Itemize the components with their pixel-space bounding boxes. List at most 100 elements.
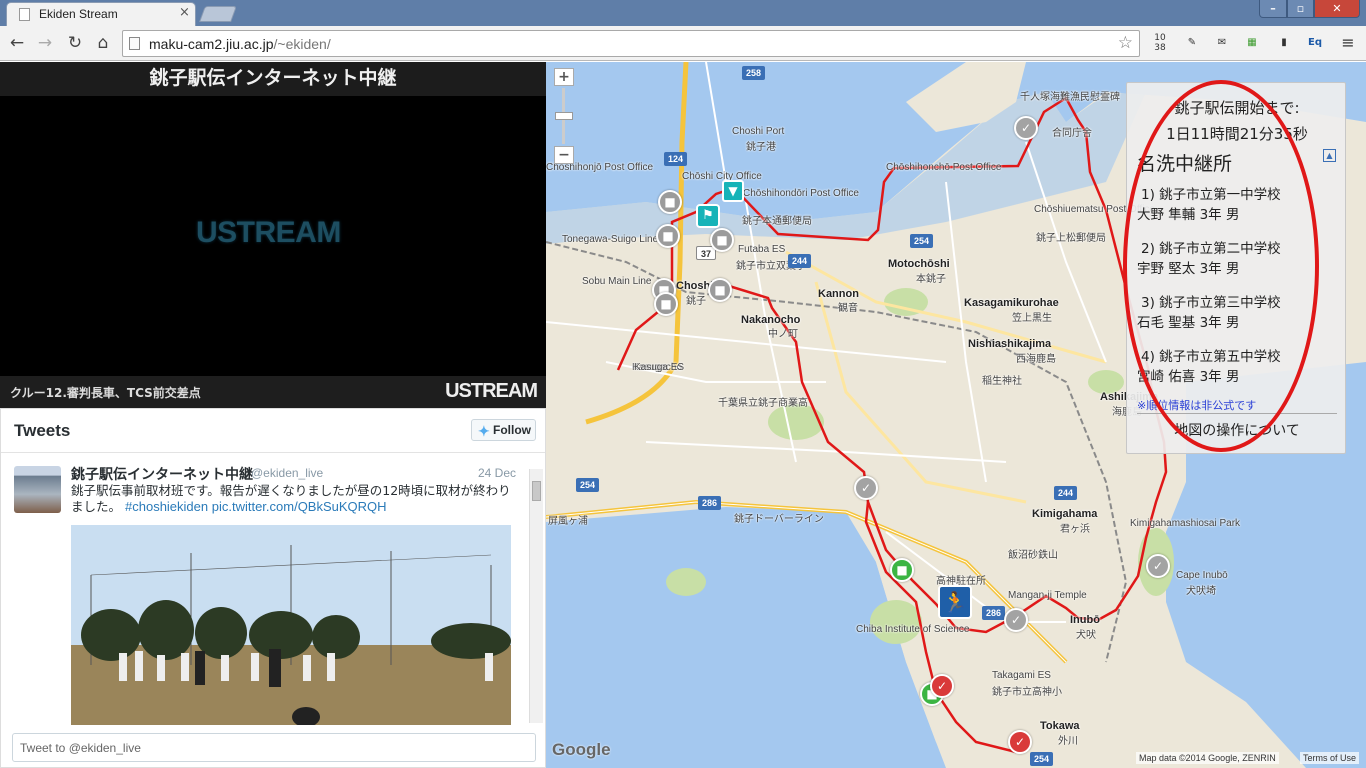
map-label: Tonegawa-Suigo Line [562, 234, 659, 245]
follow-button[interactable]: ✦ Follow [471, 419, 536, 441]
finish-flag-icon[interactable]: ⚑ [696, 204, 720, 228]
twitter-bird-icon: ✦ [478, 423, 490, 439]
map-label: 飯沼砂鉄山 [1008, 550, 1058, 561]
video-player[interactable]: 銚子駅伝インターネット中継 USTREAM クルー12.審判長車、TCS前交差点… [0, 62, 546, 408]
google-logo: Google [552, 740, 611, 759]
video-caption-bar: クルー12.審判長車、TCS前交差点 USTREAM [0, 376, 546, 408]
video-caption: クルー12.審判長車、TCS前交差点 [10, 386, 201, 400]
camera-marker-icon[interactable]: ■ [710, 228, 734, 252]
timeline-scrollbar[interactable] [529, 469, 543, 723]
terms-link[interactable]: Terms of Use [1300, 752, 1360, 764]
map-label: 合同庁舎 [1052, 128, 1092, 139]
map-label: Takagami ES [992, 670, 1051, 681]
course-map[interactable]: Choshi Port 銚子港 Chōshi City Office Chōshiho… [546, 62, 1366, 768]
collapse-icon[interactable]: ▲ [1323, 149, 1336, 162]
back-icon[interactable]: ← [6, 32, 28, 54]
map-label: Tokawa [1040, 720, 1080, 732]
camera-marker-icon[interactable]: ■ [708, 278, 732, 302]
finished-checkpoint-icon[interactable]: ✓ [930, 674, 954, 698]
mp3-extension-icon[interactable]: ▦ [1240, 31, 1264, 55]
zoom-slider-handle[interactable] [555, 112, 573, 120]
map-label: 銚子市立高神小 [992, 687, 1062, 698]
zoom-out-button[interactable]: − [554, 146, 574, 164]
menu-icon[interactable]: ≡ [1336, 31, 1360, 55]
browser-tab[interactable]: Ekiden Stream × [6, 2, 196, 26]
map-label: Kimigahamashiosai Park [1130, 518, 1241, 529]
left-column: 銚子駅伝インターネット中継 USTREAM クルー12.審判長車、TCS前交差点… [0, 62, 546, 768]
route-shield: 254 [576, 478, 600, 492]
tab-close-icon[interactable]: × [179, 5, 190, 20]
map-label: Motochōshi [888, 258, 950, 270]
tools-extension-icon[interactable]: ✎ [1180, 31, 1204, 55]
map-label: 外川 [1058, 736, 1078, 747]
tweet-reply-input[interactable]: Tweet to @ekiden_live [12, 733, 536, 762]
browser-toolbar: ← → ↻ ⌂ maku-cam2.jiu.ac.jp/~ekiden/ ☆ 1… [0, 26, 1366, 61]
tweet-photo[interactable] [71, 525, 511, 725]
route-shield: 286 [982, 606, 1006, 620]
map-label: 中ノ町 [768, 329, 798, 340]
map-label: 千葉県立銚子商業高 [718, 398, 808, 409]
finished-checkpoint-icon[interactable]: ✓ [1008, 730, 1032, 754]
map-label: Kimigahama [1032, 508, 1098, 520]
tweet-author-handle[interactable]: @ekiden_live [251, 466, 323, 480]
map-label: Kasuga ES [634, 362, 685, 373]
reply-placeholder: Tweet to @ekiden_live [20, 741, 141, 755]
camera-marker-icon[interactable]: ■ [654, 292, 678, 316]
checkpoint-marker-icon[interactable]: ✓ [1004, 608, 1028, 632]
forward-icon[interactable]: → [34, 32, 56, 54]
tab-title: Ekiden Stream [39, 7, 118, 21]
tab-strip: Ekiden Stream × – ▫ ✕ [0, 0, 1366, 26]
twitter-timeline: Tweets ✦ Follow 銚子駅伝インターネット中継 @ekiden_liv… [0, 408, 546, 768]
camera-marker-icon[interactable]: ■ [656, 224, 680, 248]
zoom-control[interactable]: + − [554, 68, 574, 164]
map-label: Choshi Port [732, 126, 785, 137]
ustream-brand[interactable]: USTREAM [445, 380, 538, 403]
home-icon[interactable]: ⌂ [92, 32, 114, 54]
runner-position-icon[interactable]: 🏃 [938, 585, 972, 619]
checkpoint-marker-icon[interactable]: ✓ [1146, 554, 1170, 578]
eq-extension-icon[interactable]: Eq [1303, 31, 1327, 55]
scrollbar-thumb[interactable] [532, 481, 541, 501]
tweet-date[interactable]: 24 Dec [478, 466, 516, 480]
tweet-author-name[interactable]: 銚子駅伝インターネット中継 [71, 464, 253, 484]
live-camera-marker-icon[interactable]: ■ [890, 558, 914, 582]
map-label: Chōshihonchō Post Office [886, 162, 1002, 173]
new-tab-button[interactable] [199, 6, 237, 22]
map-label: Inubō [1070, 614, 1100, 626]
route-shield: 254 [910, 234, 934, 248]
goal-pin-icon[interactable]: ▼ [722, 180, 744, 202]
map-label: 銚子ドーバーライン [734, 514, 824, 525]
tweet-link[interactable]: #choshiekiden pic.twitter.com/QBkSuKQRQH [125, 499, 387, 514]
map-label: 本銚子 [916, 274, 946, 285]
window-close-button[interactable]: ✕ [1314, 0, 1360, 18]
route-shield: 286 [698, 496, 722, 510]
map-label: 銚子上松郵便局 [1036, 233, 1106, 244]
checkpoint-marker-icon[interactable]: ✓ [1014, 116, 1038, 140]
route-shield: 124 [664, 152, 688, 166]
window-minimize-button[interactable]: – [1259, 0, 1287, 18]
map-label: 稲生神社 [982, 376, 1022, 387]
address-bar[interactable]: maku-cam2.jiu.ac.jp/~ekiden/ ☆ [122, 30, 1140, 57]
zoom-in-button[interactable]: + [554, 68, 574, 86]
phone-extension-icon[interactable]: ▮ [1272, 31, 1296, 55]
map-label: 銚子 [686, 296, 706, 307]
mail-extension-icon[interactable]: ✉ [1210, 31, 1234, 55]
reload-icon[interactable]: ↻ [64, 32, 86, 54]
window-maximize-button[interactable]: ▫ [1287, 0, 1314, 18]
map-attribution: Map data ©2014 Google, ZENRIN [1136, 752, 1279, 764]
ustream-logo: USTREAM [196, 216, 341, 249]
timeline-title: Tweets [14, 421, 71, 440]
map-label: 犬吠埼 [1186, 586, 1216, 597]
avatar[interactable] [14, 466, 61, 513]
checkpoint-marker-icon[interactable]: ✓ [854, 476, 878, 500]
tweet-text: 銚子駅伝事前取材班です。報告が遅くなりましたが昼の12時頃に取材が終わりました。… [71, 483, 511, 514]
map-label: 銚子本通郵便局 [742, 216, 812, 227]
map-label: Mangan-ji Temple [1008, 590, 1087, 601]
map-label: Kasagamikurohae [964, 297, 1059, 309]
map-label: Nishiashikajima [968, 338, 1052, 350]
bookmark-star-icon[interactable]: ☆ [1118, 33, 1133, 53]
timeline-header: Tweets ✦ Follow [1, 409, 545, 453]
camera-marker-icon[interactable]: ■ [658, 190, 682, 214]
map-label: Cape Inubō [1176, 570, 1228, 581]
clock-extension-icon[interactable]: 10 38 [1148, 31, 1172, 55]
